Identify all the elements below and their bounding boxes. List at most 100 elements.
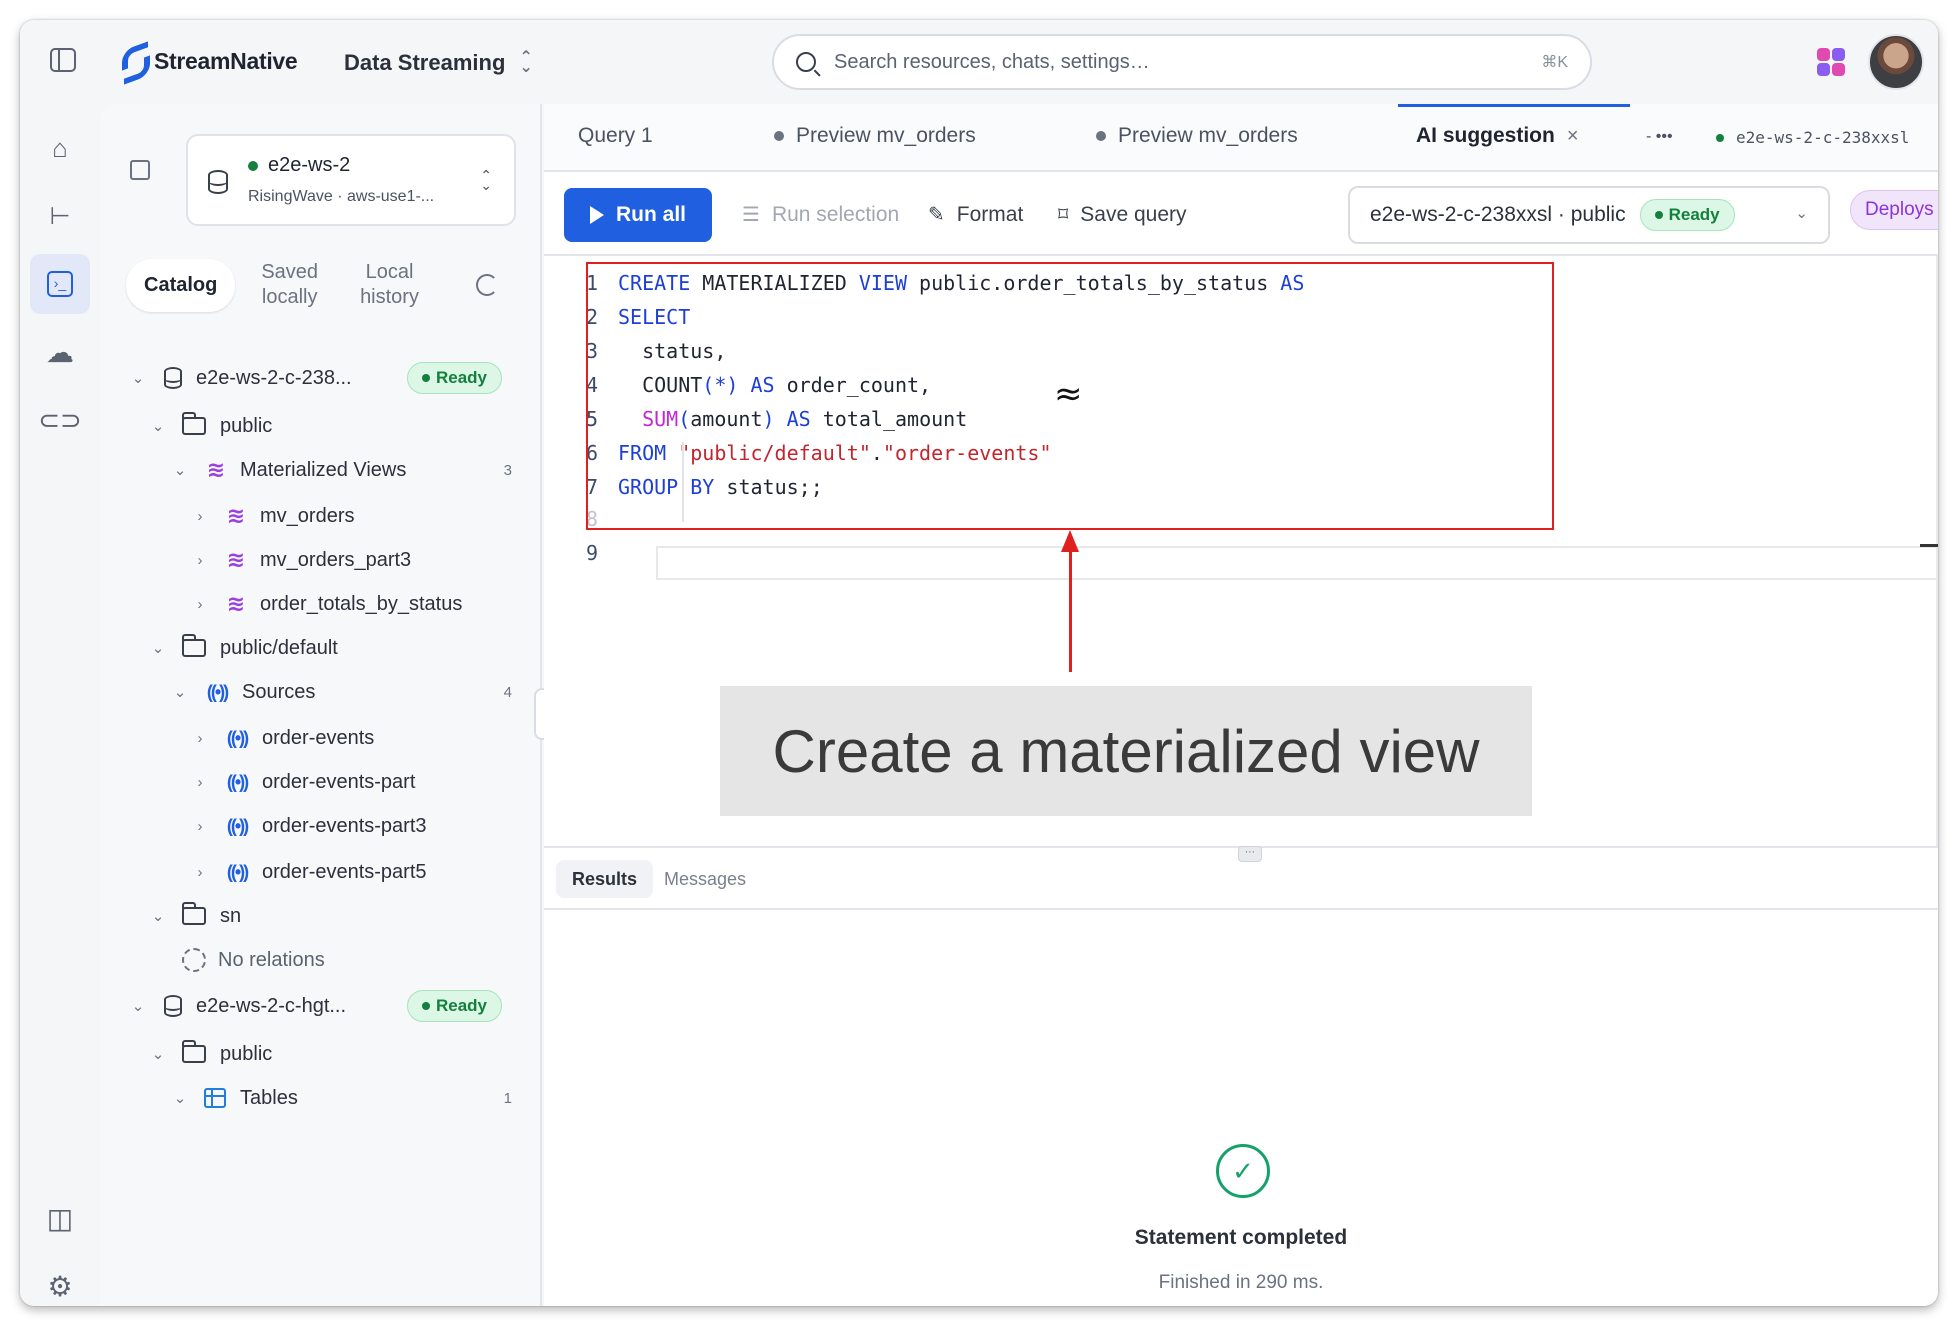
gear-icon[interactable]: ⚙ (30, 1256, 90, 1306)
tree-item-label: Sources (242, 680, 316, 703)
broadcast-icon: ((•)) (226, 772, 249, 792)
active-tab-indicator (1398, 104, 1630, 107)
tree-item-label: mv_orders_part3 (260, 548, 412, 571)
tab-cluster[interactable]: e2e-ws-2-c-238xxsl (1716, 128, 1909, 147)
tab-preview-mv-orders[interactable]: Preview mv_orders (774, 124, 976, 148)
close-icon[interactable]: × (1567, 125, 1579, 148)
database-icon (208, 170, 228, 194)
user-avatar[interactable] (1868, 34, 1924, 90)
tab-messages[interactable]: Messages (648, 860, 762, 898)
tree-item-label: order_totals_by_status (260, 592, 463, 615)
tab-overflow[interactable]: - ••• (1646, 128, 1673, 146)
chevron-down-icon: ⌄ (131, 998, 145, 1015)
chevron-updown-icon: ⌃ ⌄ (519, 49, 533, 76)
status-dot (248, 160, 258, 171)
streamnative-logo-icon (120, 44, 146, 78)
refresh-icon[interactable] (476, 274, 498, 296)
search-icon (796, 52, 816, 72)
run-selection-button[interactable]: ☰ Run selection (742, 202, 899, 227)
cluster-name-text: e2e-ws-2 (268, 154, 351, 176)
annotation-arrow-line (1069, 548, 1072, 672)
broadcast-icon: ((•)) (206, 682, 229, 702)
status-badge: Ready (1639, 199, 1735, 231)
chevron-down-icon: ⌄ (151, 1046, 165, 1063)
tree-item-source[interactable]: › ((•)) order-events-part (190, 762, 416, 802)
tree-item-label: order-events-part3 (262, 814, 427, 837)
terminal-icon[interactable]: ›_ (30, 254, 90, 314)
layers-icon: ≋ (226, 547, 246, 572)
tree-schema-public[interactable]: ⌄ public (148, 406, 272, 446)
deploys-badge[interactable]: Deploys 1 (1850, 190, 1938, 230)
workspace-switcher[interactable]: Data Streaming ⌃ ⌄ (344, 50, 533, 76)
global-search[interactable]: Search resources, chats, settings… ⌘K (772, 34, 1592, 90)
query-tabs: Query 1 Preview mv_orders Preview mv_ord… (544, 104, 1938, 172)
home-icon[interactable]: ⌂ (30, 118, 90, 178)
brand-name: StreamNative (154, 47, 298, 74)
splitter-grip-icon[interactable]: ⋯ (1238, 846, 1262, 862)
tree-item-label: sn (220, 904, 242, 927)
annotation-label: Create a materialized view (720, 686, 1532, 816)
tree-item-label: public (220, 1042, 273, 1065)
brand-logo[interactable]: StreamNative (120, 44, 298, 78)
book-icon[interactable]: ◫ (30, 1188, 90, 1248)
collapse-panel-icon[interactable] (130, 160, 150, 180)
tree-cluster[interactable]: ⌄ e2e-ws-2-c-238... Ready (128, 358, 528, 398)
cluster-selector[interactable]: e2e-ws-2 RisingWave · aws-use1-... ⌃ ⌄ (186, 134, 516, 226)
tree-cluster[interactable]: ⌄ e2e-ws-2-c-hgt... Ready (128, 986, 528, 1026)
chevron-down-icon: ⌄ (151, 908, 165, 925)
empty-circle-icon (182, 948, 206, 972)
connection-select[interactable]: e2e-ws-2-c-238xxsl · public Ready ⌄ (1348, 186, 1830, 244)
sidebar-toggle-icon[interactable] (50, 48, 76, 72)
layers-icon: ≋ (226, 503, 246, 528)
magic-wand-icon: ✎ (928, 204, 945, 226)
broadcast-icon: ((•)) (226, 728, 249, 748)
tree-item-source[interactable]: › ((•)) order-events-part5 (190, 852, 427, 892)
tree-schema-sn[interactable]: ⌄ sn (148, 896, 241, 936)
save-query-button[interactable]: ⌑ Save query (1058, 202, 1187, 227)
status-badge: Ready (406, 362, 502, 394)
statement-status: Statement completed (1134, 1226, 1348, 1249)
format-button[interactable]: ✎ Format (928, 202, 1023, 227)
workspace-name: Data Streaming (344, 50, 506, 75)
tab-saved-locally[interactable]: Saved locally (261, 260, 318, 310)
nav-rail: ⌂ ⊢ ›_ ☁ ⊂⊃ ◫ ⚙ (20, 104, 100, 1306)
tree-item-label: public (220, 414, 273, 437)
table-icon (204, 1088, 226, 1108)
ai-assistant-icon[interactable] (1817, 48, 1847, 78)
tree-item-count: 1 (503, 1089, 512, 1107)
tree-group-sources[interactable]: ⌄ ((•)) Sources 4 (170, 672, 536, 712)
tree-item-count: 4 (503, 683, 512, 701)
folder-icon (182, 412, 206, 435)
tree-item-source[interactable]: › ((•)) order-events (190, 718, 375, 758)
tab-local-history[interactable]: Local history (360, 260, 419, 310)
tab-preview-mv-orders-2[interactable]: Preview mv_orders (1096, 124, 1298, 148)
tab-catalog[interactable]: Catalog (126, 258, 236, 312)
tree-group-tables[interactable]: ⌄ Tables 1 (170, 1078, 536, 1118)
link-icon[interactable]: ⊂⊃ (30, 390, 90, 450)
tree-item-label: mv_orders (260, 504, 355, 527)
tree-icon[interactable]: ⊢ (30, 186, 90, 246)
chevron-right-icon: › (197, 507, 203, 525)
tree-item-label: No relations (218, 948, 325, 971)
statement-duration: Finished in 290 ms. (1158, 1272, 1324, 1293)
chevron-right-icon: › (197, 595, 203, 613)
cloud-icon[interactable]: ☁ (30, 322, 90, 382)
chevron-right-icon: › (197, 863, 203, 881)
tab-ai-suggestion[interactable]: AI suggestion × (1416, 124, 1579, 148)
tree-item-mv[interactable]: › ≋ mv_orders_part3 (190, 540, 412, 580)
tree-group-materialized-views[interactable]: ⌄ ≋ Materialized Views 3 (170, 450, 536, 490)
tree-item-source[interactable]: › ((•)) order-events-part3 (190, 806, 427, 846)
tree-item-mv[interactable]: › ≋ mv_orders (190, 496, 355, 536)
run-all-button[interactable]: Run all (564, 188, 712, 242)
current-line-highlight (656, 546, 1938, 580)
chevron-down-icon: ⌄ (151, 640, 165, 657)
approx-mark: ≈ (1054, 374, 1083, 414)
tree-schema-public-default[interactable]: ⌄ public/default (148, 628, 338, 668)
chevron-down-icon: ⌄ (151, 418, 165, 435)
tab-results[interactable]: Results (556, 860, 654, 898)
editor-toolbar: Run all ☰ Run selection ✎ Format ⌑ Save … (544, 172, 1938, 256)
chevron-updown-icon: ⌃ ⌄ (480, 167, 492, 193)
tree-schema-public[interactable]: ⌄ public (148, 1034, 272, 1074)
tab-query-1[interactable]: Query 1 (578, 124, 653, 148)
tree-item-mv[interactable]: › ≋ order_totals_by_status (190, 584, 463, 624)
